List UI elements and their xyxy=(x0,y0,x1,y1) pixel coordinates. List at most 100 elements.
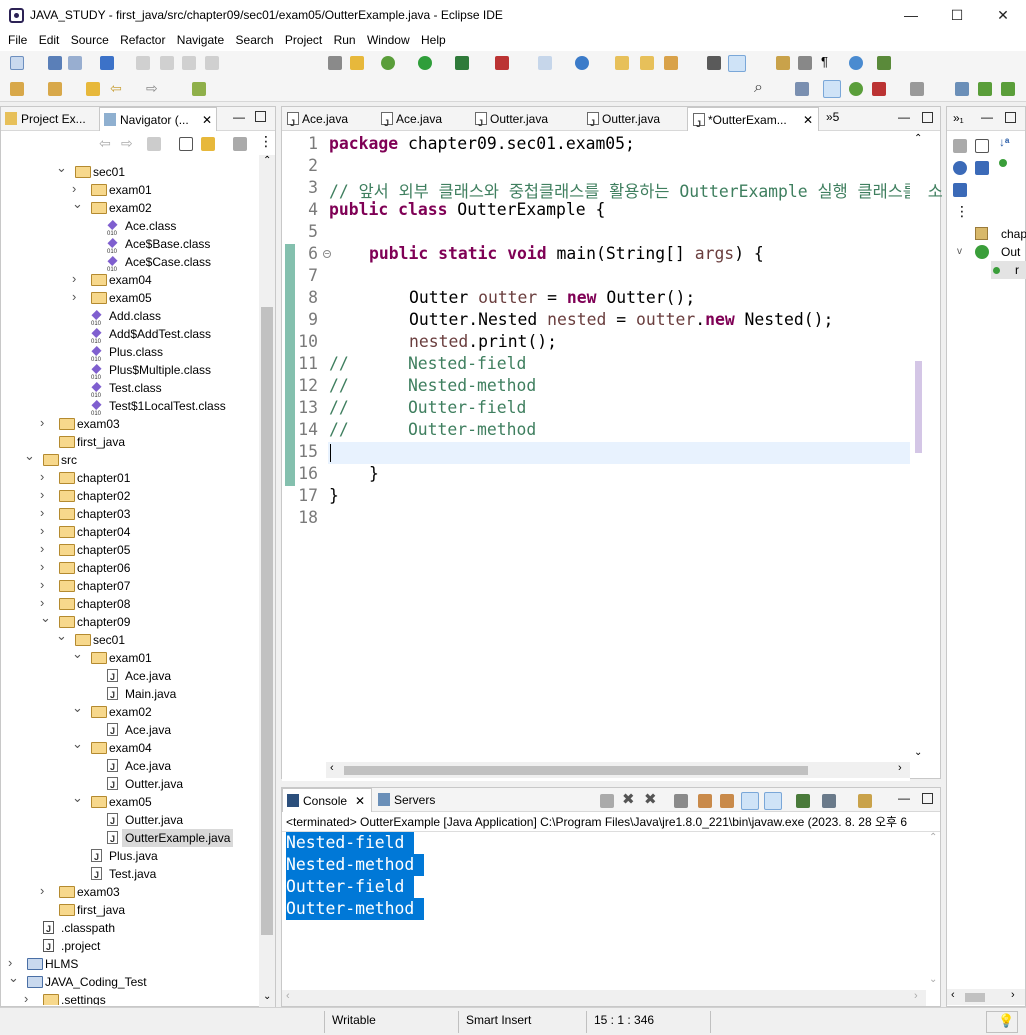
tree-item[interactable]: first_java xyxy=(1,433,259,451)
chevron-down-icon[interactable]: ⌄ xyxy=(72,701,83,714)
tree-item[interactable]: Ace.class xyxy=(1,217,259,243)
tree-item[interactable]: .classpath xyxy=(1,919,259,938)
tree-item[interactable]: ⌄ exam04 xyxy=(1,737,259,757)
editor-hscroll-thumb[interactable] xyxy=(344,766,808,775)
open-console-icon[interactable] xyxy=(858,794,872,808)
jee-perspective-icon[interactable] xyxy=(872,82,886,96)
editor-tab-2[interactable]: Ace.java xyxy=(376,107,468,135)
open-type-icon[interactable] xyxy=(350,56,364,70)
open-perspective-icon[interactable] xyxy=(795,82,809,96)
maximize-view-icon[interactable] xyxy=(922,793,933,804)
remove-all-icon[interactable]: ✖ xyxy=(644,790,657,808)
minimize-view-icon[interactable]: — xyxy=(981,110,993,124)
chevron-down-icon[interactable]: ⌄ xyxy=(8,971,19,984)
chevron-right-icon[interactable]: › xyxy=(40,578,49,591)
restore-icon[interactable] xyxy=(910,82,924,96)
clear-console-icon[interactable] xyxy=(674,794,688,808)
tree-item[interactable]: first_java xyxy=(1,901,259,919)
chevron-right-icon[interactable]: › xyxy=(72,182,81,195)
tab-servers[interactable]: Servers xyxy=(374,788,454,812)
tree-item[interactable]: › chapter03 xyxy=(1,505,259,523)
chevron-right-icon[interactable]: › xyxy=(40,596,49,609)
back-icon[interactable]: ⇦ xyxy=(99,135,111,152)
tree-item[interactable]: .project xyxy=(1,937,259,956)
new-java-project-icon[interactable] xyxy=(538,56,552,70)
new-class-icon[interactable] xyxy=(575,56,589,70)
editor-vscroll-thumb[interactable] xyxy=(915,361,922,453)
minimize-view-icon[interactable]: — xyxy=(898,791,910,805)
tree-item[interactable]: Ace.java xyxy=(1,721,259,740)
close-button[interactable]: ✕ xyxy=(980,3,1026,27)
tree-item[interactable]: › chapter02 xyxy=(1,487,259,505)
collapse-all-icon[interactable] xyxy=(179,137,193,151)
word-wrap-icon[interactable] xyxy=(720,794,734,808)
menu-project[interactable]: Project xyxy=(277,31,322,47)
view3-icon[interactable] xyxy=(1001,82,1015,96)
search-icon[interactable] xyxy=(664,56,678,70)
suspend-icon[interactable] xyxy=(182,56,196,70)
link-editor-icon[interactable] xyxy=(201,137,215,151)
scroll-right-icon[interactable]: › xyxy=(898,762,902,774)
debug-icon[interactable] xyxy=(381,56,395,70)
up-icon[interactable] xyxy=(147,137,161,151)
maximize-button[interactable]: ☐ xyxy=(934,3,980,27)
tree-item[interactable]: ⌄ exam02 xyxy=(1,701,259,721)
chevron-down-icon[interactable]: ⌄ xyxy=(56,161,67,174)
toggle-breadcrumb-icon[interactable] xyxy=(776,56,790,70)
maximize-view-icon[interactable] xyxy=(255,111,266,122)
show-on-output-icon[interactable] xyxy=(741,792,759,810)
minimize-view-icon[interactable]: — xyxy=(898,110,910,124)
scroll-left-icon[interactable]: ‹ xyxy=(330,762,334,774)
tree-item[interactable]: ⌄ sec01 xyxy=(1,629,259,649)
quick-access-search-icon[interactable]: ⌕ xyxy=(754,79,763,97)
chevron-right-icon[interactable]: › xyxy=(40,416,49,429)
tree-item[interactable]: › exam01 xyxy=(1,181,259,199)
terminal-icon[interactable] xyxy=(100,56,114,70)
console-vscroll[interactable]: ⌃ ⌄ xyxy=(926,832,940,992)
hide-fields-icon[interactable] xyxy=(953,161,967,175)
chevron-right-icon[interactable]: › xyxy=(40,542,49,555)
tree-item[interactable]: Main.java xyxy=(1,685,259,704)
pilcrow-icon[interactable]: ¶ xyxy=(821,54,828,69)
chevron-right-icon[interactable]: › xyxy=(40,506,49,519)
outline-hscroll-thumb[interactable] xyxy=(965,993,985,1002)
tree-item[interactable]: › exam03 xyxy=(1,883,259,901)
scroll-right-icon[interactable]: › xyxy=(914,990,918,1002)
tree-item[interactable]: Ace$Case.class xyxy=(1,253,259,279)
outline-hscroll[interactable]: ‹ › xyxy=(947,989,1025,1005)
chevron-down-icon[interactable]: ⌄ xyxy=(24,449,35,462)
menu-run[interactable]: Run xyxy=(326,31,356,47)
tree-item[interactable]: Test.class xyxy=(1,379,259,405)
scroll-up-icon[interactable]: ⌃ xyxy=(914,133,922,144)
display-console-icon[interactable] xyxy=(822,794,836,808)
tree-item[interactable]: ⌄ sec01 xyxy=(1,161,259,181)
chevron-right-icon[interactable]: › xyxy=(40,470,49,483)
remove-launch-icon[interactable]: ✖ xyxy=(622,790,635,808)
tree-item[interactable]: › exam04 xyxy=(1,271,259,289)
resume-icon[interactable] xyxy=(160,56,174,70)
menu-edit[interactable]: Edit xyxy=(31,31,60,47)
scroll-left-icon[interactable]: ‹ xyxy=(951,989,955,1001)
tree-item[interactable]: Ace$Base.class xyxy=(1,235,259,261)
console-hscroll[interactable]: ‹ › xyxy=(282,990,926,1006)
tree-item[interactable]: ⌄ exam01 xyxy=(1,647,259,667)
editor-tab-1[interactable]: Ace.java xyxy=(282,107,374,135)
tree-item[interactable]: › chapter07 xyxy=(1,577,259,595)
pin-editor-icon[interactable] xyxy=(192,82,206,96)
menu-search[interactable]: Search xyxy=(228,31,274,47)
tree-item[interactable]: Add.class xyxy=(1,307,259,333)
chevron-down-icon[interactable]: ⌄ xyxy=(40,611,51,624)
tree-item[interactable]: Test$1LocalTest.class xyxy=(1,397,259,423)
maximize-view-icon[interactable] xyxy=(922,112,933,123)
view-menu-icon[interactable]: ⋮ xyxy=(259,133,273,150)
terminate-icon[interactable] xyxy=(600,794,614,808)
editor-tab-4[interactable]: Outter.java xyxy=(582,107,674,135)
outline-overflow[interactable]: »₁ xyxy=(953,111,964,125)
close-icon[interactable]: ✕ xyxy=(803,108,813,132)
prev-annotation-icon[interactable] xyxy=(48,82,62,96)
outline-class[interactable]: v Out xyxy=(957,243,1020,261)
menu-refactor[interactable]: Refactor xyxy=(112,31,165,47)
maximize-view-icon[interactable] xyxy=(1005,112,1016,123)
minimize-button[interactable]: — xyxy=(888,3,934,27)
menu-source[interactable]: Source xyxy=(63,31,109,47)
